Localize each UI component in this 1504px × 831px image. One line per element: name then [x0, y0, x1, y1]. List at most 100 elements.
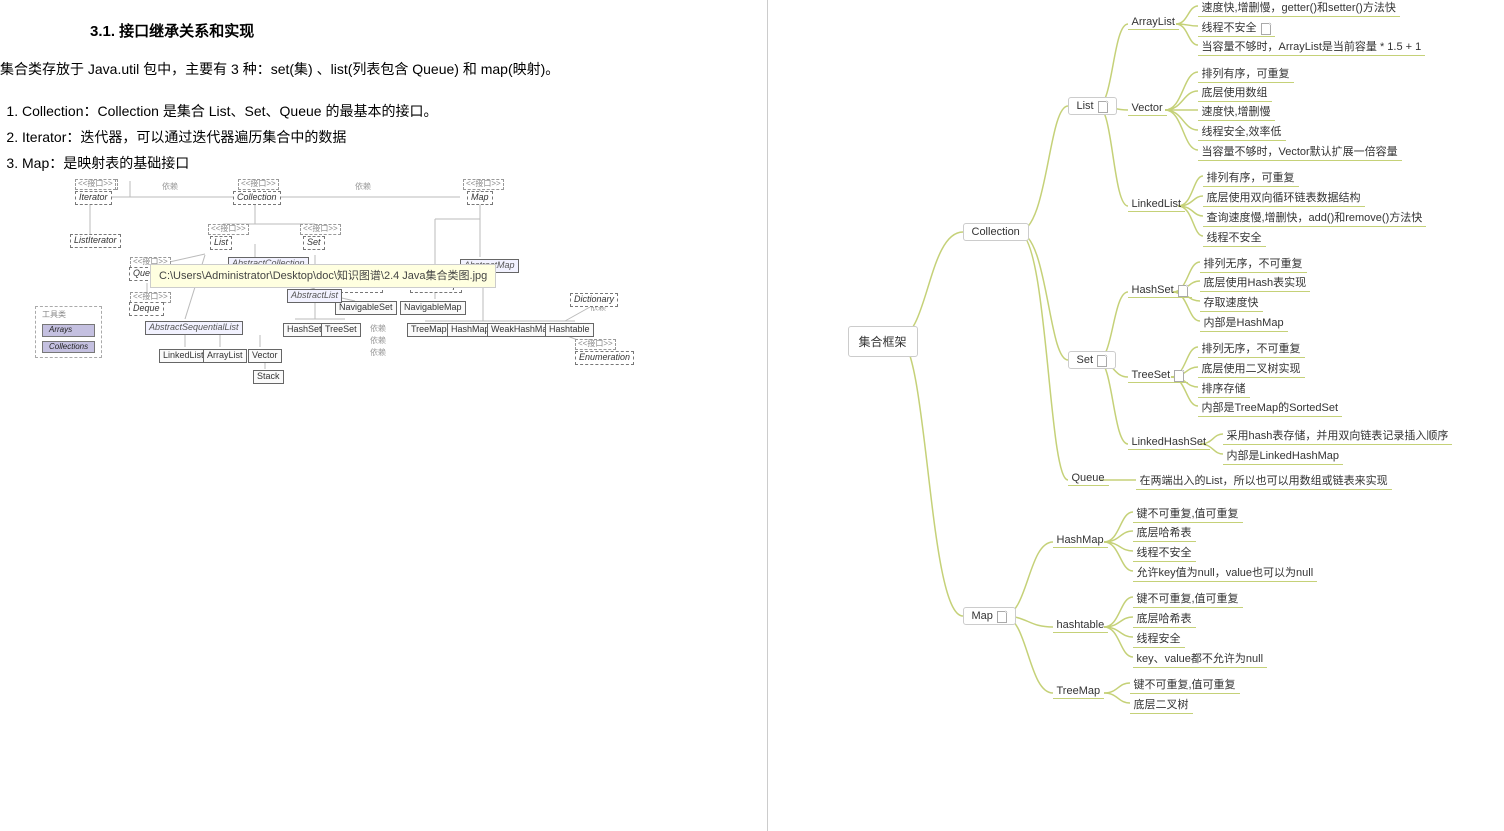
note-icon	[1178, 285, 1188, 295]
uml-node-deque: Deque	[129, 302, 164, 316]
mm-queue: Queue	[1068, 472, 1109, 486]
uml-node-navigablemap: NavigableMap	[400, 301, 466, 315]
dep-label: 依赖	[162, 183, 178, 192]
note-icon	[1098, 101, 1108, 111]
uml-node-set: Set	[303, 236, 325, 250]
mm-leaf: 线程不安全	[1198, 19, 1275, 37]
list-item: Map：是映射表的基础接口	[22, 153, 737, 173]
mm-arraylist: ArrayList	[1128, 16, 1179, 30]
mm-leaf: 线程安全,效率低	[1198, 123, 1286, 141]
mm-leaf: 当容量不够时，Vector默认扩展一倍容量	[1198, 143, 1402, 161]
page-right: 集合框架 Collection List ArrayList 速度快,增删慢，g…	[768, 0, 1504, 831]
iface-tag: <<接口>>	[575, 339, 616, 350]
mm-leaf: 底层使用Hash表实现	[1200, 274, 1311, 292]
uml-node-collections: Collections	[42, 341, 95, 354]
mm-leaf: 键不可重复,值可重复	[1133, 590, 1243, 608]
dep-label: 依赖	[370, 325, 386, 334]
uml-node-linkedlist: LinkedList	[159, 349, 208, 363]
iface-tag: <<接口>>	[238, 179, 279, 190]
uml-toolbox: 工具类 Arrays Collections	[35, 306, 102, 358]
mm-leaf: 内部是TreeMap的SortedSet	[1198, 399, 1343, 417]
mm-leaf: 排列无序，不可重复	[1200, 255, 1307, 273]
uml-node-arraylist: ArrayList	[203, 349, 247, 363]
dep-label: 依赖	[355, 183, 371, 192]
mm-leaf: 键不可重复,值可重复	[1130, 676, 1240, 694]
mm-leaf: 采用hash表存储，并用双向链表记录插入顺序	[1223, 427, 1453, 445]
mm-leaf: 排列有序，可重复	[1203, 169, 1299, 187]
uml-node-collection: Collection	[233, 191, 281, 205]
mindmap: 集合框架 Collection List ArrayList 速度快,增删慢，g…	[768, 0, 1504, 831]
mm-leaf: 速度快,增删慢	[1198, 103, 1275, 121]
iface-tag: <<接口>>	[463, 179, 504, 190]
uml-node-treeset: TreeSet	[321, 323, 361, 337]
uml-node-enumeration: Enumeration	[575, 351, 634, 365]
uml-node-iterator: Iterator	[75, 191, 112, 205]
mm-leaf: 底层使用数组	[1198, 84, 1272, 102]
mm-leaf: 键不可重复,值可重复	[1133, 505, 1243, 523]
mm-leaf: 底层使用二叉树实现	[1198, 360, 1305, 378]
uml-node-listiterator: ListIterator	[70, 234, 121, 248]
mm-leaf: 查询速度慢,增删快，add()和remove()方法快	[1203, 209, 1427, 227]
mm-leaf: key、value都不允许为null	[1133, 650, 1268, 668]
mm-vector: Vector	[1128, 102, 1167, 116]
mm-leaf: 线程不安全	[1203, 229, 1266, 247]
mm-leaf: 存取速度快	[1200, 294, 1263, 312]
uml-node-hashset: HashSet	[283, 323, 326, 337]
mm-leaf: 排序存储	[1198, 380, 1250, 398]
mm-leaf: 内部是HashMap	[1200, 314, 1288, 332]
mm-leaf: 当容量不够时，ArrayList是当前容量 * 1.5 + 1	[1198, 38, 1426, 56]
mm-leaf: 在两端出入的List，所以也可以用数组或链表来实现	[1136, 472, 1392, 490]
mm-collection: Collection	[963, 223, 1029, 241]
mm-linkedlist: LinkedList	[1128, 198, 1186, 212]
note-icon	[997, 611, 1007, 621]
mm-leaf: 底层哈希表	[1133, 610, 1196, 628]
mm-leaf: 内部是LinkedHashMap	[1223, 447, 1344, 465]
uml-node-treemap: TreeMap	[407, 323, 451, 337]
uml-node-list: List	[210, 236, 232, 250]
uml-node-map: Map	[467, 191, 493, 205]
section-title: 3.1. 接口继承关系和实现	[90, 20, 737, 41]
uml-node-abstractlist: AbstractList	[287, 289, 342, 303]
toolbox-label: 工具类	[42, 310, 66, 319]
mm-leaf: 排列无序，不可重复	[1198, 340, 1305, 358]
list-item: Collection：Collection 是集合 List、Set、Queue…	[22, 101, 737, 121]
uml-node-vector: Vector	[248, 349, 282, 363]
intro-paragraph: 集合类存放于 Java.util 包中，主要有 3 种：set(集) 、list…	[0, 59, 737, 79]
mm-leaf: 线程安全	[1133, 630, 1185, 648]
mm-treeset: TreeSet	[1128, 369, 1189, 383]
mm-linkedhashset: LinkedHashSet	[1128, 436, 1211, 450]
mm-treemap: TreeMap	[1053, 685, 1105, 699]
mm-leaf: 底层哈希表	[1133, 524, 1196, 542]
interface-list: Collection：Collection 是集合 List、Set、Queue…	[0, 101, 737, 173]
uml-node-dictionary: Dictionary	[570, 293, 618, 307]
mm-leaf: 底层二叉树	[1130, 696, 1193, 714]
mm-leaf: 排列有序，可重复	[1198, 65, 1294, 83]
mm-root: 集合框架	[848, 326, 918, 357]
list-item: Iterator：迭代器，可以通过迭代器遍历集合中的数据	[22, 127, 737, 147]
page-left: 3.1. 接口继承关系和实现 集合类存放于 Java.util 包中，主要有 3…	[0, 0, 767, 831]
mm-hashtable: hashtable	[1053, 619, 1109, 633]
mm-leaf: 速度快,增删慢，getter()和setter()方法快	[1198, 0, 1400, 17]
note-icon	[1097, 355, 1107, 365]
iface-tag: <<接口>>	[300, 224, 341, 235]
dep-label: 依赖	[370, 337, 386, 346]
uml-node-arrays: Arrays	[42, 324, 95, 337]
mm-leaf: 允许key值为null，value也可以为null	[1133, 564, 1318, 582]
mm-hashmap: HashMap	[1053, 534, 1108, 548]
mm-hashset: HashSet	[1128, 284, 1192, 298]
dep-label: 依赖	[370, 349, 386, 358]
uml-node-abstractsequentiallist: AbstractSequentialList	[145, 321, 243, 335]
iface-tag: <<接口>>	[75, 179, 116, 190]
image-path-tooltip: C:\Users\Administrator\Desktop\doc\知识图谱\…	[150, 264, 496, 288]
mm-map: Map	[963, 607, 1016, 625]
iface-tag: <<接口>>	[208, 224, 249, 235]
mm-leaf: 底层使用双向循环链表数据结构	[1203, 189, 1365, 207]
uml-node-hashtable: Hashtable	[545, 323, 594, 337]
uml-node-navigableset: NavigableSet	[335, 301, 397, 315]
mm-leaf: 线程不安全	[1133, 544, 1196, 562]
mm-set: Set	[1068, 351, 1117, 369]
mm-list: List	[1068, 97, 1117, 115]
note-icon	[1174, 370, 1184, 380]
uml-node-stack: Stack	[253, 370, 284, 384]
uml-diagram: <<接口>> <<接口>> <<接口>> <<接口>> <<接口>> <<接口>…	[35, 179, 665, 409]
